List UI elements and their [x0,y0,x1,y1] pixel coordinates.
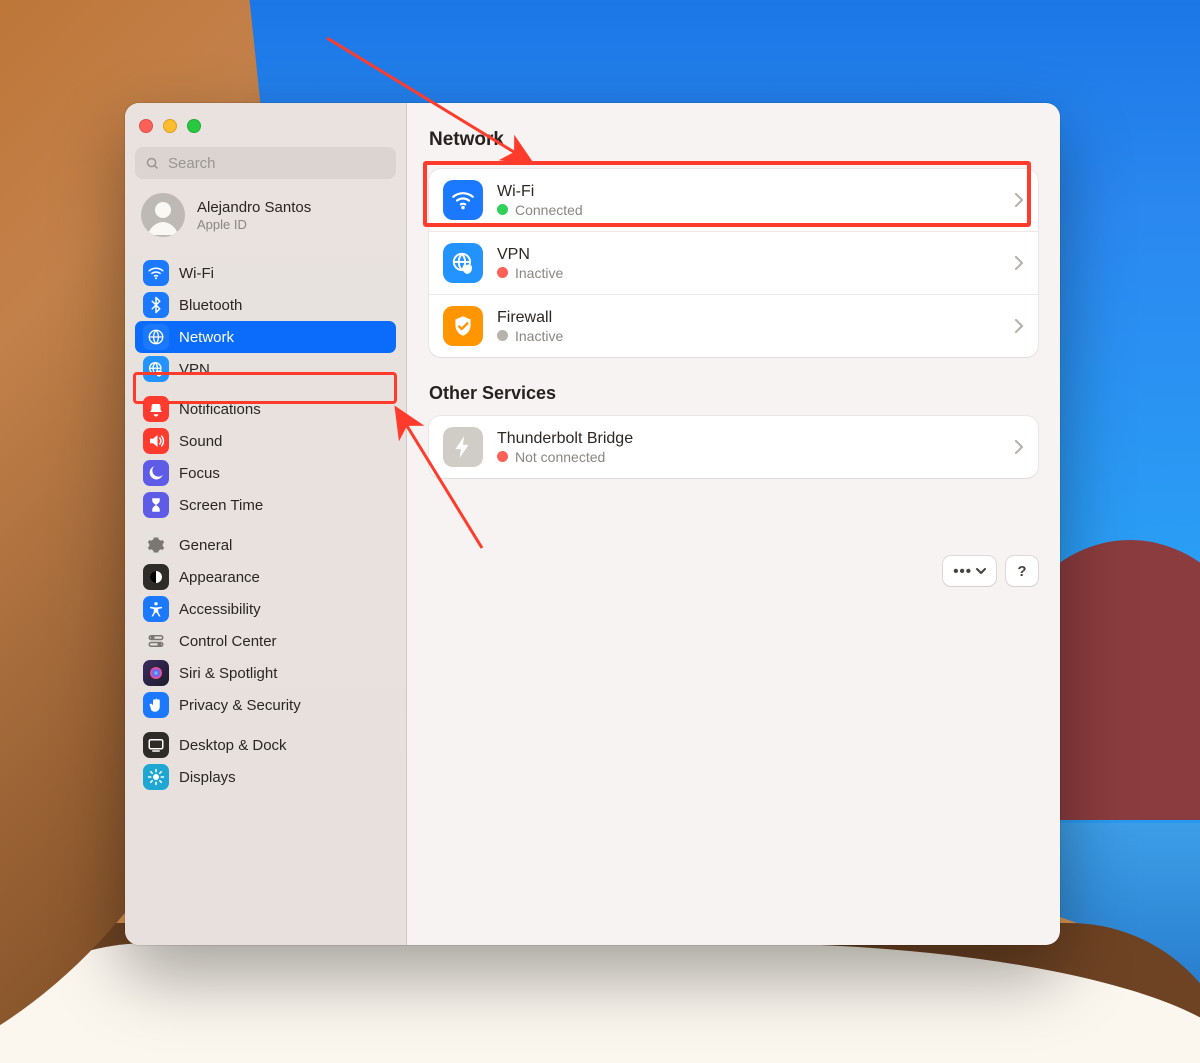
sidebar-item-label: Bluetooth [179,297,242,314]
sidebar-item-accessibility[interactable]: Accessibility [135,593,396,625]
other-services-card: Thunderbolt Bridge Not connected [429,416,1038,478]
sidebar-item-label: General [179,537,232,554]
sidebar-item-label: Displays [179,769,236,786]
globe-icon [143,324,169,350]
accessibility-icon [143,596,169,622]
sidebar-item-label: Wi-Fi [179,265,214,282]
sidebar-item-label: Appearance [179,569,260,586]
status-dot [497,451,508,462]
sidebar-item-vpn[interactable]: VPN [135,353,396,385]
sidebar-item-label: Focus [179,465,220,482]
sidebar-item-general[interactable]: General [135,529,396,561]
switches-icon [143,628,169,654]
sidebar: Alejandro Santos Apple ID Wi-Fi Bluetoot… [125,103,407,945]
moon-icon [143,460,169,486]
sidebar-item-label: Notifications [179,401,261,418]
network-services-card: Wi-Fi Connected VPN Inactive [429,169,1038,357]
page-title: Network [429,127,1038,169]
service-name: Wi-Fi [497,183,1000,201]
search-icon [145,156,160,171]
sidebar-item-label: Desktop & Dock [179,737,287,754]
sidebar-item-privacy[interactable]: Privacy & Security [135,689,396,721]
chevron-right-icon [1014,255,1024,271]
sidebar-item-label: Sound [179,433,222,450]
status-dot [497,330,508,341]
hourglass-icon [143,492,169,518]
globe-shield-icon [143,356,169,382]
service-row-firewall[interactable]: Firewall Inactive [429,294,1038,357]
window-minimize-button[interactable] [163,119,177,133]
account-name: Alejandro Santos [197,199,311,216]
sidebar-item-network[interactable]: Network [135,321,396,353]
content-pane: Network Wi-Fi Connected [407,103,1060,945]
sidebar-item-label: Control Center [179,633,277,650]
speaker-icon [143,428,169,454]
sidebar-item-notifications[interactable]: Notifications [135,393,396,425]
appearance-icon [143,564,169,590]
system-settings-window: Alejandro Santos Apple ID Wi-Fi Bluetoot… [125,103,1060,945]
chevron-right-icon [1014,192,1024,208]
service-name: Firewall [497,309,1000,327]
sidebar-item-bluetooth[interactable]: Bluetooth [135,289,396,321]
chevron-right-icon [1014,318,1024,334]
chevron-down-icon [976,567,986,575]
service-row-vpn[interactable]: VPN Inactive [429,231,1038,294]
service-name: Thunderbolt Bridge [497,430,1000,448]
search-input[interactable] [168,155,386,172]
account-sub: Apple ID [197,217,311,232]
wifi-icon [443,180,483,220]
sidebar-item-focus[interactable]: Focus [135,457,396,489]
chevron-right-icon [1014,439,1024,455]
sidebar-item-siri[interactable]: Siri & Spotlight [135,657,396,689]
avatar [141,193,185,237]
sidebar-item-screentime[interactable]: Screen Time [135,489,396,521]
bluetooth-icon [143,292,169,318]
service-row-thunderbolt[interactable]: Thunderbolt Bridge Not connected [429,416,1038,478]
sidebar-item-label: Privacy & Security [179,697,301,714]
brightness-icon [143,764,169,790]
status-dot [497,204,508,215]
sidebar-item-label: Screen Time [179,497,263,514]
gear-icon [143,532,169,558]
hand-icon [143,692,169,718]
bell-icon [143,396,169,422]
dock-icon [143,732,169,758]
globe-shield-icon [443,243,483,283]
section-other-services: Other Services [429,383,1038,404]
service-name: VPN [497,246,1000,264]
sidebar-item-label: Network [179,329,234,346]
search-field[interactable] [135,147,396,179]
sidebar-item-label: VPN [179,361,210,378]
service-status: Inactive [515,328,563,344]
firewall-icon [443,306,483,346]
ellipsis-icon: ••• [953,563,972,580]
sidebar-item-label: Siri & Spotlight [179,665,277,682]
service-status: Inactive [515,265,563,281]
sidebar-item-label: Accessibility [179,601,261,618]
siri-icon [143,660,169,686]
sidebar-item-appearance[interactable]: Appearance [135,561,396,593]
sidebar-item-wifi[interactable]: Wi-Fi [135,257,396,289]
help-icon: ? [1017,563,1026,580]
help-button[interactable]: ? [1006,556,1038,586]
status-dot [497,267,508,278]
wifi-icon [143,260,169,286]
window-traffic-lights [135,115,396,147]
window-close-button[interactable] [139,119,153,133]
service-status: Connected [515,202,583,218]
account-header[interactable]: Alejandro Santos Apple ID [135,179,396,249]
service-status: Not connected [515,449,605,465]
sidebar-item-displays[interactable]: Displays [135,761,396,793]
sidebar-item-sound[interactable]: Sound [135,425,396,457]
service-row-wifi[interactable]: Wi-Fi Connected [429,169,1038,231]
sidebar-item-desktop-dock[interactable]: Desktop & Dock [135,729,396,761]
bolt-icon [443,427,483,467]
more-actions-button[interactable]: ••• [943,556,996,586]
window-maximize-button[interactable] [187,119,201,133]
sidebar-item-controlcenter[interactable]: Control Center [135,625,396,657]
